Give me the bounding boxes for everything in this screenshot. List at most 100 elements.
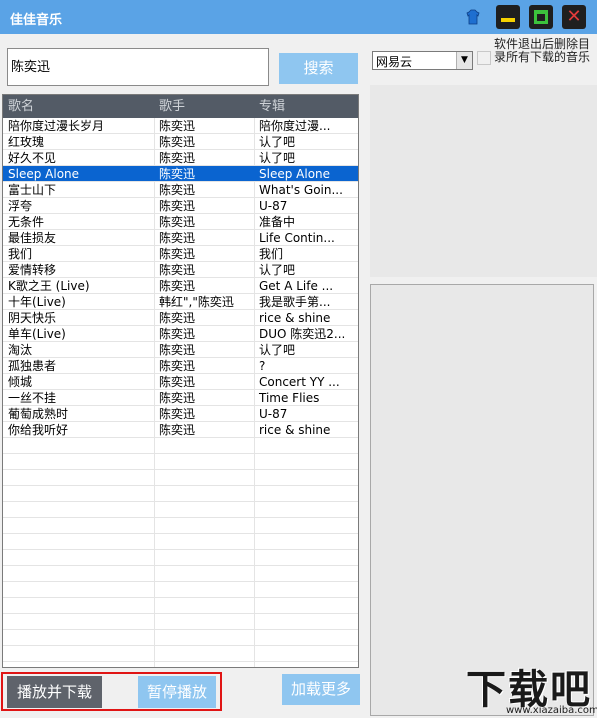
empty-row <box>3 550 358 566</box>
song-title-cell: Sleep Alone <box>8 167 80 181</box>
artist-cell: 陈奕迅 <box>159 119 196 133</box>
song-title-cell: 阴天快乐 <box>8 311 57 325</box>
artist-cell: 陈奕迅 <box>159 151 196 165</box>
album-cell: Time Flies <box>259 391 320 405</box>
empty-row <box>3 518 358 534</box>
table-row[interactable]: 红玫瑰 陈奕迅 认了吧 <box>3 134 358 150</box>
album-cell: Sleep Alone <box>259 167 331 181</box>
table-row[interactable]: 倾城 陈奕迅 Concert YY ... <box>3 374 358 390</box>
album-cell: 陪你度过漫... <box>259 119 331 133</box>
source-dropdown[interactable]: 网易云 ▼ <box>372 51 473 70</box>
delete-on-exit-checkbox[interactable] <box>477 51 491 65</box>
song-title-cell: 葡萄成熟时 <box>8 407 69 421</box>
table-row[interactable]: 浮夸 陈奕迅 U-87 <box>3 198 358 214</box>
song-title-cell: 陪你度过漫长岁月 <box>8 119 105 133</box>
album-cell: U-87 <box>259 407 288 421</box>
song-title-cell: 你给我听好 <box>8 423 69 437</box>
watermark-logo: 下载吧 www.xiazaiba.com <box>460 657 597 718</box>
album-cell: rice & shine <box>259 311 331 325</box>
artist-cell: 陈奕迅 <box>159 423 196 437</box>
album-cell: U-87 <box>259 199 288 213</box>
table-row[interactable]: 最佳损友 陈奕迅 Life Contin... <box>3 230 358 246</box>
search-input[interactable]: 陈奕迅 <box>7 48 269 86</box>
table-body: 陪你度过漫长岁月 陈奕迅 陪你度过漫... 红玫瑰 陈奕迅 认了吧 好久不见 陈奕迅 认了吧 Sl… <box>3 118 358 662</box>
table-row[interactable]: 富士山下 陈奕迅 What's Goin... <box>3 182 358 198</box>
artist-cell: 陈奕迅 <box>159 343 196 357</box>
album-cell: rice & shine <box>259 423 331 437</box>
table-row[interactable]: 阴天快乐 陈奕迅 rice & shine <box>3 310 358 326</box>
column-header-album[interactable]: 专辑 <box>254 95 358 118</box>
play-download-button[interactable]: 播放并下载 <box>7 676 102 708</box>
empty-row <box>3 582 358 598</box>
table-row[interactable]: 无条件 陈奕迅 准备中 <box>3 214 358 230</box>
artist-cell: 陈奕迅 <box>159 167 196 181</box>
table-row[interactable]: 单车(Live) 陈奕迅 DUO 陈奕迅2... <box>3 326 358 342</box>
album-cell: 认了吧 <box>259 151 296 165</box>
close-button[interactable]: ✕ <box>562 5 586 29</box>
artist-cell: 陈奕迅 <box>159 183 196 197</box>
column-header-artist[interactable]: 歌手 <box>154 95 254 118</box>
artist-cell: 陈奕迅 <box>159 199 196 213</box>
table-header: 歌名 歌手 专辑 <box>3 95 358 118</box>
empty-row <box>3 470 358 486</box>
album-cell: 我是歌手第... <box>259 295 331 309</box>
maximize-button[interactable] <box>529 5 553 29</box>
empty-row <box>3 486 358 502</box>
source-selected-value: 网易云 <box>376 55 413 69</box>
table-row[interactable]: 陪你度过漫长岁月 陈奕迅 陪你度过漫... <box>3 118 358 134</box>
column-header-title[interactable]: 歌名 <box>3 95 154 118</box>
song-title-cell: 十年(Live) <box>8 295 66 309</box>
table-row[interactable]: 你给我听好 陈奕迅 rice & shine <box>3 422 358 438</box>
table-row[interactable]: 淘汰 陈奕迅 认了吧 <box>3 342 358 358</box>
album-cell: 认了吧 <box>259 343 296 357</box>
empty-row <box>3 614 358 630</box>
artist-cell: 陈奕迅 <box>159 279 196 293</box>
table-row[interactable]: 一丝不挂 陈奕迅 Time Flies <box>3 390 358 406</box>
delete-on-exit-label: 软件退出后删除目录所有下载的音乐 <box>494 37 591 64</box>
song-title-cell: 爱情转移 <box>8 263 57 277</box>
pause-button[interactable]: 暂停播放 <box>138 676 216 708</box>
artist-cell: 陈奕迅 <box>159 135 196 149</box>
table-row[interactable]: 爱情转移 陈奕迅 认了吧 <box>3 262 358 278</box>
table-row[interactable]: 我们 陈奕迅 我们 <box>3 246 358 262</box>
skin-icon[interactable] <box>465 9 481 25</box>
minimize-button[interactable] <box>496 5 520 29</box>
song-title-cell: 最佳损友 <box>8 231 57 245</box>
song-title-cell: 孤独患者 <box>8 359 57 373</box>
empty-row <box>3 534 358 550</box>
load-more-button[interactable]: 加载更多 <box>282 674 360 705</box>
song-title-cell: 单车(Live) <box>8 327 66 341</box>
watermark-url: www.xiazaiba.com <box>506 705 597 716</box>
song-title-cell: 无条件 <box>8 215 45 229</box>
album-cell: 准备中 <box>259 215 296 229</box>
empty-row <box>3 630 358 646</box>
info-panel <box>370 85 597 277</box>
song-title-cell: 倾城 <box>8 375 33 389</box>
artist-cell: 陈奕迅 <box>159 375 196 389</box>
empty-row <box>3 438 358 454</box>
artist-cell: 陈奕迅 <box>159 263 196 277</box>
song-title-cell: 浮夸 <box>8 199 33 213</box>
empty-row <box>3 566 358 582</box>
song-title-cell: 我们 <box>8 247 33 261</box>
search-button[interactable]: 搜索 <box>279 53 358 84</box>
empty-row <box>3 646 358 662</box>
table-row[interactable]: 好久不见 陈奕迅 认了吧 <box>3 150 358 166</box>
song-title-cell: 一丝不挂 <box>8 391 57 405</box>
album-cell: Get A Life ... <box>259 279 334 293</box>
artist-cell: 韩红","陈奕迅 <box>159 295 234 309</box>
song-title-cell: K歌之王 (Live) <box>8 279 90 293</box>
album-cell: Concert YY ... <box>259 375 340 389</box>
table-row[interactable]: K歌之王 (Live) 陈奕迅 Get A Life ... <box>3 278 358 294</box>
table-row[interactable]: 十年(Live) 韩红","陈奕迅 我是歌手第... <box>3 294 358 310</box>
chevron-down-icon[interactable]: ▼ <box>456 52 472 69</box>
album-cell: What's Goin... <box>259 183 343 197</box>
album-cell: ? <box>259 359 266 373</box>
table-row[interactable]: Sleep Alone 陈奕迅 Sleep Alone <box>3 166 358 182</box>
song-title-cell: 红玫瑰 <box>8 135 45 149</box>
title-bar: 佳佳音乐 ✕ <box>0 0 597 34</box>
artist-cell: 陈奕迅 <box>159 231 196 245</box>
album-cell: DUO 陈奕迅2... <box>259 327 346 341</box>
table-row[interactable]: 葡萄成熟时 陈奕迅 U-87 <box>3 406 358 422</box>
table-row[interactable]: 孤独患者 陈奕迅? <box>3 358 358 374</box>
